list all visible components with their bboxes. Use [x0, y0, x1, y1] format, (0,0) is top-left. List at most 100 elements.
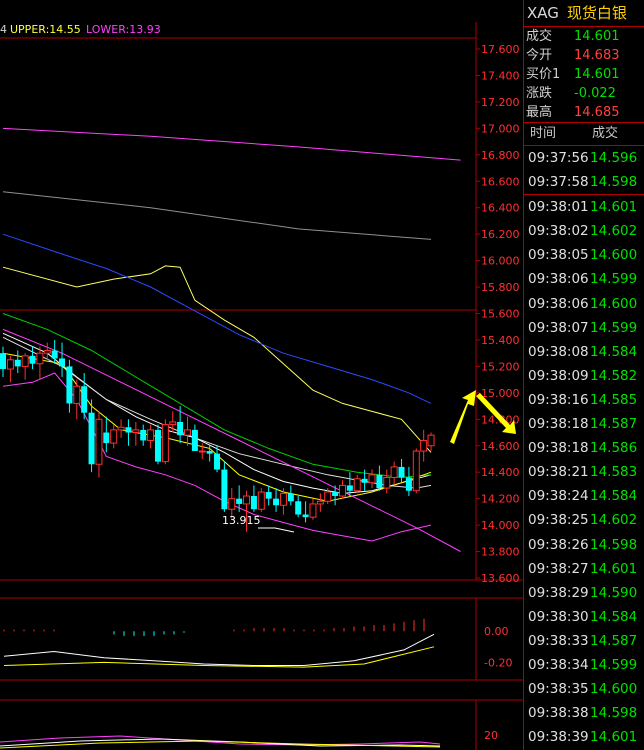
candle-body-up [43, 350, 51, 354]
price-tick-label: 16.000 [481, 255, 520, 268]
macd-axis: 0.00 -0.20 [484, 625, 512, 669]
quote-row: 今开 14.683 [524, 46, 644, 65]
tick-row[interactable]: 09:38:27 14.601 [524, 557, 644, 581]
candle-body-up [147, 429, 155, 441]
tick-time: 09:38:06 [528, 295, 589, 312]
candle-body-down [398, 466, 405, 478]
candle-body-down [221, 469, 228, 510]
tick-time: 09:38:34 [528, 656, 589, 673]
tick-price: 14.598 [590, 536, 638, 553]
candle-body-down [295, 501, 302, 515]
tick-price: 14.600 [590, 681, 638, 698]
tick-price: 14.585 [590, 391, 638, 408]
candle-body-down [332, 492, 339, 497]
tick-table-header: 时间 成交 [524, 123, 644, 146]
candle-body-down [214, 453, 221, 470]
tick-row[interactable]: 09:38:06 14.599 [524, 267, 644, 291]
price-tick-label: 14.000 [481, 519, 520, 532]
lower-band-label: LOWER:13.93 [86, 23, 161, 36]
candle-body-up [6, 359, 14, 370]
low-price-annotation: 13.915 [222, 514, 261, 527]
tick-time: 09:38:24 [528, 488, 589, 505]
candle-body-up [427, 434, 435, 447]
tick-row[interactable]: 09:38:38 14.598 [524, 701, 644, 725]
macd-panel: 0.00 -0.20 [0, 597, 523, 681]
tick-row[interactable]: 09:38:05 14.600 [524, 243, 644, 267]
instrument-symbol: XAG [527, 4, 559, 22]
quote-label: 今开 [526, 48, 553, 63]
tick-time: 09:38:02 [528, 223, 589, 240]
tick-row[interactable]: 09:38:16 14.585 [524, 388, 644, 412]
tick-row[interactable]: 09:38:18 14.587 [524, 412, 644, 436]
price-tick-label: 16.200 [481, 228, 520, 241]
tick-row[interactable]: 09:38:18 14.586 [524, 436, 644, 460]
candle-body-up [420, 439, 428, 452]
candle-body-up [390, 466, 398, 478]
tick-row[interactable]: 09:38:29 14.590 [524, 581, 644, 605]
quote-label: 买价1 [526, 67, 561, 82]
macd-histogram [3, 618, 425, 636]
tick-time: 09:38:39 [528, 729, 589, 746]
tick-row[interactable]: 09:38:01 14.601 [524, 194, 644, 219]
tick-row[interactable]: 09:38:26 14.598 [524, 533, 644, 557]
tick-table[interactable]: 09:37:56 14.596 09:37:58 14.598 09:38:01 14.6… [524, 146, 644, 749]
candle-body-down [191, 429, 198, 452]
tick-row[interactable]: 09:38:30 14.584 [524, 605, 644, 629]
tick-row[interactable]: 09:37:58 14.598 [524, 170, 644, 194]
tick-price: 14.584 [590, 608, 638, 625]
tick-price: 14.598 [590, 705, 638, 722]
tick-price: 14.584 [590, 488, 638, 505]
tick-time: 09:38:16 [528, 391, 589, 408]
tick-row[interactable]: 09:38:39 14.601 [524, 725, 644, 749]
tick-row[interactable]: 09:38:21 14.583 [524, 460, 644, 484]
tick-row[interactable]: 09:37:56 14.596 [524, 146, 644, 170]
tick-price: 14.600 [590, 295, 638, 312]
kdj-panel: 20 [0, 699, 523, 750]
candle-body-down [66, 366, 73, 404]
price-tick-label: 13.800 [481, 546, 520, 559]
candle-body-up [279, 492, 287, 506]
price-tick-label: 17.000 [481, 122, 520, 135]
tick-row[interactable]: 09:38:02 14.602 [524, 219, 644, 243]
candle-body-up [132, 429, 140, 434]
candle-body-down [206, 451, 213, 454]
quote-value: -0.022 [574, 86, 616, 101]
tick-row[interactable]: 09:38:08 14.584 [524, 340, 644, 364]
tick-time: 09:38:01 [528, 199, 589, 216]
tick-time: 09:38:06 [528, 271, 589, 288]
kdj-line-magenta [0, 735, 441, 746]
tick-row[interactable]: 09:38:06 14.600 [524, 292, 644, 316]
tick-price: 14.584 [590, 343, 638, 360]
tick-row[interactable]: 09:38:25 14.602 [524, 508, 644, 532]
candle-body-up [117, 426, 125, 431]
col-price-header: 成交 [592, 126, 619, 141]
candle-body-down [103, 432, 110, 444]
macd-tick-label: 0.00 [484, 625, 509, 638]
tick-price: 14.601 [590, 560, 638, 577]
price-tick-label: 14.400 [481, 466, 520, 479]
quote-panel: XAG 现货白银 成交 14.601 今开 14.683 买价1 14.601 涨跌 -0.02… [523, 0, 644, 750]
quote-row: 买价1 14.601 [524, 65, 644, 84]
arrow-up [450, 390, 476, 444]
candle-body-down [14, 359, 21, 367]
macd-lines [3, 633, 435, 668]
tick-time: 09:38:33 [528, 632, 589, 649]
tick-row[interactable]: 09:38:24 14.584 [524, 484, 644, 508]
tick-price: 14.586 [590, 440, 638, 457]
tick-price: 14.601 [590, 729, 638, 746]
tick-row[interactable]: 09:38:07 14.599 [524, 316, 644, 340]
price-tick-label: 15.800 [481, 281, 520, 294]
quote-value: 14.683 [574, 48, 620, 63]
candle-body-up [161, 424, 169, 463]
price-tick-label: 17.400 [481, 69, 520, 82]
tick-row[interactable]: 09:38:35 14.600 [524, 677, 644, 701]
candle-body-up [184, 429, 191, 436]
price-tick-label: 13.600 [481, 572, 520, 585]
tick-time: 09:38:25 [528, 512, 589, 529]
candle-body-up [316, 500, 324, 505]
tick-row[interactable]: 09:38:34 14.599 [524, 653, 644, 677]
tick-row[interactable]: 09:38:33 14.587 [524, 629, 644, 653]
price-tick-label: 16.800 [481, 149, 520, 162]
tick-row[interactable]: 09:38:09 14.582 [524, 364, 644, 388]
quote-label: 涨跌 [526, 86, 553, 101]
